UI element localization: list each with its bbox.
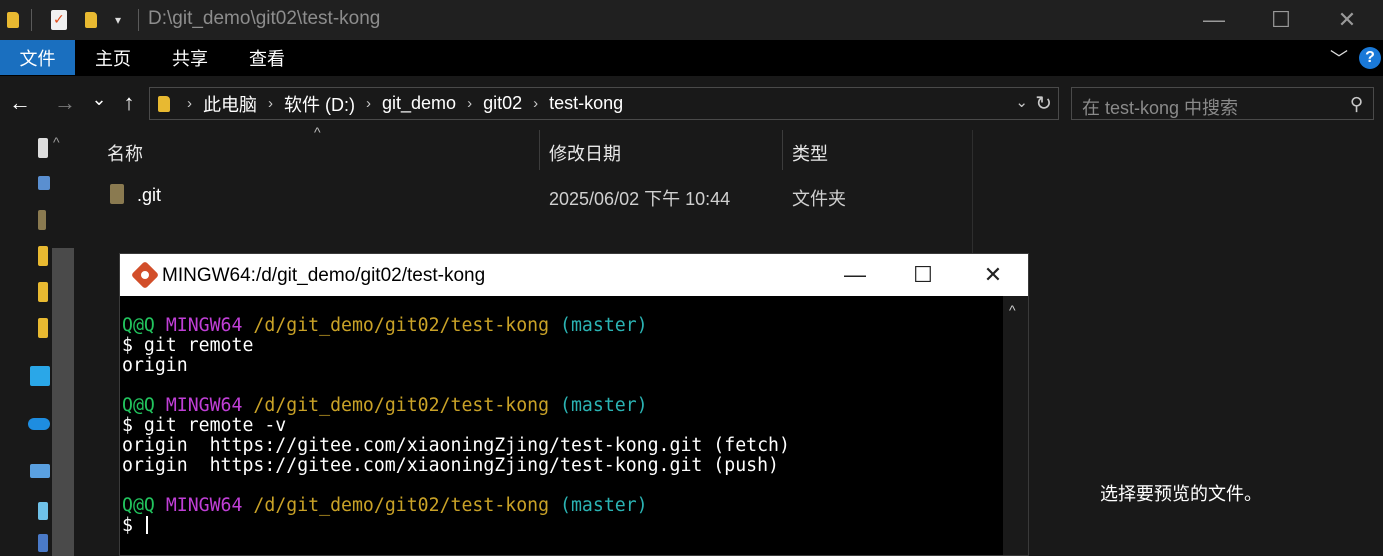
divider [31, 9, 32, 31]
scroll-up-chevron-icon[interactable]: ^ [1009, 302, 1016, 318]
breadcrumb-test-kong[interactable]: test-kong [549, 93, 623, 114]
terminal-close-button[interactable]: ✕ [958, 254, 1028, 296]
picture-icon[interactable] [38, 176, 50, 190]
breadcrumb-drive-d[interactable]: 软件 (D:) [284, 91, 355, 117]
folder-icon[interactable] [38, 210, 46, 230]
onedrive-icon[interactable] [28, 418, 50, 430]
breadcrumb-chevron-icon[interactable]: › [467, 95, 472, 112]
search-icon[interactable]: ⚲ [1350, 94, 1363, 115]
divider [138, 9, 139, 31]
forward-arrow-icon[interactable]: → [53, 90, 77, 116]
terminal-titlebar[interactable]: MINGW64:/d/git_demo/git02/test-kong — ☐ … [120, 254, 1028, 296]
breadcrumb-chevron-icon[interactable]: › [268, 95, 273, 112]
prompt-line: Q@Q MINGW64 /d/git_demo/git02/test-kong … [122, 395, 648, 416]
recent-locations-chevron-icon[interactable]: ⌄ [89, 86, 109, 112]
output-line: origin https://gitee.com/xiaoningZjing/t… [122, 455, 779, 476]
folder-icon [158, 95, 170, 112]
scrollbar[interactable] [52, 248, 74, 556]
maximize-button[interactable]: ☐ [1245, 0, 1317, 40]
close-button[interactable]: ✕ [1311, 0, 1383, 40]
folder-icon[interactable] [38, 246, 48, 266]
this-pc-icon[interactable] [30, 464, 50, 478]
tab-view[interactable]: 查看 [240, 40, 294, 75]
expand-ribbon-chevron-icon[interactable]: ﹀ [1326, 40, 1352, 75]
terminal-window[interactable]: MINGW64:/d/git_demo/git02/test-kong — ☐ … [119, 253, 1029, 556]
breadcrumb-chevron-icon[interactable]: › [533, 95, 538, 112]
terminal-minimize-button[interactable]: — [820, 254, 890, 296]
breadcrumb-chevron-icon[interactable]: › [187, 95, 192, 112]
terminal-title: MINGW64:/d/git_demo/git02/test-kong [162, 265, 486, 286]
tab-file[interactable]: 文件 [0, 40, 75, 75]
preview-message: 选择要预览的文件。 [1100, 484, 1262, 504]
output-line: origin https://gitee.com/xiaoningZjing/t… [122, 435, 790, 456]
terminal-maximize-button[interactable]: ☐ [888, 254, 958, 296]
up-arrow-icon[interactable]: ↑ [118, 90, 140, 116]
address-dropdown-chevron-icon[interactable]: ⌄ [1015, 93, 1028, 111]
git-logo-icon [130, 260, 160, 290]
search-placeholder: 在 test-kong 中搜索 [1082, 98, 1239, 118]
search-input[interactable]: 在 test-kong 中搜索 ⚲ [1071, 87, 1374, 120]
column-header-date[interactable]: 修改日期 [549, 140, 621, 166]
prompt-line: Q@Q MINGW64 /d/git_demo/git02/test-kong … [122, 315, 648, 336]
breadcrumb: › 此电脑 › 软件 (D:) › git_demo › git02 › tes… [150, 91, 623, 117]
command-line: $ git remote [122, 335, 254, 356]
column-header-type[interactable]: 类型 [792, 140, 828, 166]
output-line: origin [122, 355, 188, 376]
tab-share[interactable]: 共享 [163, 40, 217, 75]
folder-icon [5, 9, 21, 31]
file-type: 文件夹 [792, 189, 846, 209]
navigation-pane: ^ [0, 130, 76, 556]
folder-icon[interactable] [38, 318, 48, 338]
file-date: 2025/06/02 下午 10:44 [549, 189, 731, 209]
customize-toolbar-chevron-icon[interactable]: ▾ [112, 9, 124, 31]
refresh-icon[interactable]: ↻ [1035, 91, 1052, 116]
breadcrumb-chevron-icon[interactable]: › [366, 95, 371, 112]
breadcrumb-this-pc[interactable]: 此电脑 [203, 91, 257, 117]
document-icon[interactable] [38, 138, 48, 158]
ribbon-tabs: 文件 主页 共享 查看 ﹀ ? [0, 40, 1383, 76]
input-line[interactable]: $ [122, 516, 790, 536]
file-name: .git [137, 185, 162, 205]
breadcrumb-git02[interactable]: git02 [483, 93, 522, 114]
terminal-output[interactable]: Q@Q MINGW64 /d/git_demo/git02/test-kong … [122, 316, 790, 536]
window-title: D:\git_demo\git02\test-kong [148, 8, 381, 29]
column-header-name[interactable]: 名称 [107, 140, 143, 166]
breadcrumb-git-demo[interactable]: git_demo [382, 93, 456, 114]
drive-icon[interactable] [38, 502, 48, 520]
tab-home[interactable]: 主页 [86, 40, 140, 75]
column-divider[interactable] [539, 130, 540, 170]
prompt-line: Q@Q MINGW64 /d/git_demo/git02/test-kong … [122, 495, 648, 516]
back-arrow-icon[interactable]: ← [8, 90, 32, 116]
terminal-scrollbar[interactable]: ^ [1003, 296, 1028, 555]
navigation-bar: ← → ⌄ ↑ › 此电脑 › 软件 (D:) › git_demo › git… [0, 76, 1383, 130]
help-icon[interactable]: ? [1359, 47, 1381, 69]
drive-icon[interactable] [38, 534, 48, 552]
app-icon[interactable] [30, 366, 50, 386]
folder-icon[interactable] [38, 282, 48, 302]
minimize-button[interactable]: — [1178, 0, 1250, 40]
properties-icon[interactable] [50, 9, 68, 31]
sort-ascending-icon: ^ [314, 124, 321, 140]
explorer-titlebar: ▾ D:\git_demo\git02\test-kong — ☐ ✕ [0, 0, 1383, 40]
scroll-up-chevron-icon[interactable]: ^ [53, 134, 60, 150]
text-cursor [145, 516, 148, 534]
command-line: $ git remote -v [122, 415, 287, 436]
table-row[interactable]: .git 2025/06/02 下午 10:44 文件夹 [78, 178, 973, 212]
hidden-folder-icon [110, 184, 124, 204]
new-folder-icon[interactable] [83, 9, 99, 31]
column-divider[interactable] [782, 130, 783, 170]
address-bar[interactable]: › 此电脑 › 软件 (D:) › git_demo › git02 › tes… [149, 87, 1059, 120]
